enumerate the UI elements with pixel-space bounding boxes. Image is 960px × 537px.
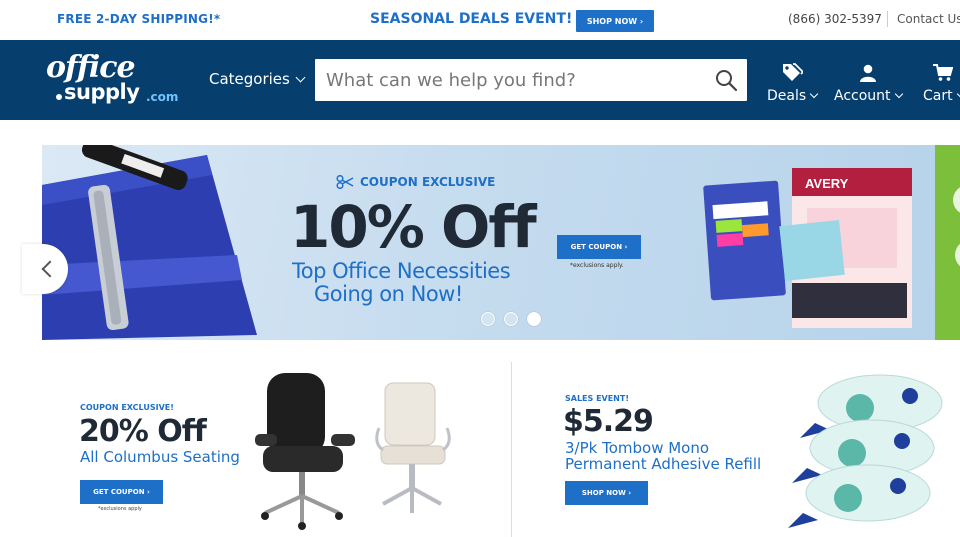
scissors-icon [336, 175, 354, 189]
chevron-down-icon [295, 72, 306, 82]
promo2-shop-now-button[interactable]: SHOP NOW › [565, 481, 648, 505]
search-bar [315, 59, 747, 101]
contact-us-link[interactable]: Contact Us [897, 12, 960, 26]
chevron-left-icon [41, 260, 59, 278]
topbar-divider [887, 11, 888, 27]
free-shipping-link[interactable]: FREE 2-DAY SHIPPING!* [57, 12, 220, 26]
promo1-get-coupon-button[interactable]: GET COUPON › [80, 480, 163, 504]
logo-dot [56, 94, 62, 100]
carousel-dot-2[interactable] [504, 312, 518, 326]
promo2-subtitle-line2: Permanent Adhesive Refill [565, 455, 762, 473]
chevron-down-icon [809, 89, 819, 99]
promo1-label: COUPON EXCLUSIVE! [80, 403, 174, 412]
hero-banner[interactable]: COUPON EXCLUSIVE 10% Off Top Office Nece… [42, 145, 935, 340]
promo-topbar: FREE 2-DAY SHIPPING!* SEASONAL DEALS EVE… [0, 0, 960, 40]
carousel-dot-3[interactable] [527, 312, 541, 326]
officesupply-logo[interactable]: office supply .com [46, 50, 186, 110]
topbar-shop-now-button[interactable]: SHOP NOW › [576, 10, 654, 32]
chevron-down-icon [956, 89, 960, 99]
deals-label: Deals [767, 88, 807, 104]
promo1-exclusions-note: *exclusions apply [98, 506, 142, 512]
phone-number[interactable]: (866) 302-5397 [788, 12, 882, 26]
promo2-label: SALES EVENT! [565, 394, 629, 403]
carousel-dot-1[interactable] [481, 312, 495, 326]
promo2-price: $5.29 [563, 404, 654, 439]
hero-headline: 10% Off [290, 193, 537, 261]
svg-text:AVERY: AVERY [805, 176, 849, 191]
coupon-exclusive-badge: COUPON EXCLUSIVE [336, 175, 495, 189]
promo-divider [511, 362, 512, 537]
tags-icon [783, 63, 804, 81]
coupon-exclusive-text: COUPON EXCLUSIVE [360, 175, 496, 189]
cart-menu[interactable]: Cart [923, 60, 960, 104]
shopping-cart-icon [933, 64, 954, 81]
search-icon[interactable] [714, 68, 738, 92]
hero-get-coupon-button[interactable]: GET COUPON › [557, 235, 641, 259]
categories-label: Categories [209, 70, 290, 88]
account-menu[interactable]: Account [834, 60, 903, 104]
logo-dotcom: .com [146, 90, 179, 104]
deals-menu[interactable]: Deals [767, 60, 819, 104]
office-chairs-image [255, 373, 451, 530]
binder-marker-image [42, 145, 257, 340]
categories-menu[interactable]: Categories [209, 70, 306, 88]
seasonal-deals-text[interactable]: SEASONAL DEALS EVENT! [370, 11, 572, 27]
chevron-down-icon [894, 89, 903, 99]
office-products-image: AVERY [703, 168, 912, 328]
site-header: office supply .com Categories Deals [0, 40, 960, 120]
search-input[interactable] [315, 59, 705, 101]
account-label: Account [834, 88, 891, 104]
next-slide-peek [935, 145, 960, 340]
carousel-dots [481, 312, 541, 326]
hero-subtitle-line1: Top Office Necessities [292, 259, 511, 283]
promo1-subtitle: All Columbus Seating [80, 448, 240, 466]
hero-exclusions-note: *exclusions apply. [570, 262, 624, 269]
user-icon [859, 64, 876, 82]
hero-subtitle-line2: Going on Now! [314, 282, 463, 306]
logo-supply: supply [64, 80, 140, 104]
promo1-headline: 20% Off [79, 414, 207, 449]
cart-label: Cart [923, 88, 953, 104]
tape-dispensers-image [788, 374, 943, 528]
